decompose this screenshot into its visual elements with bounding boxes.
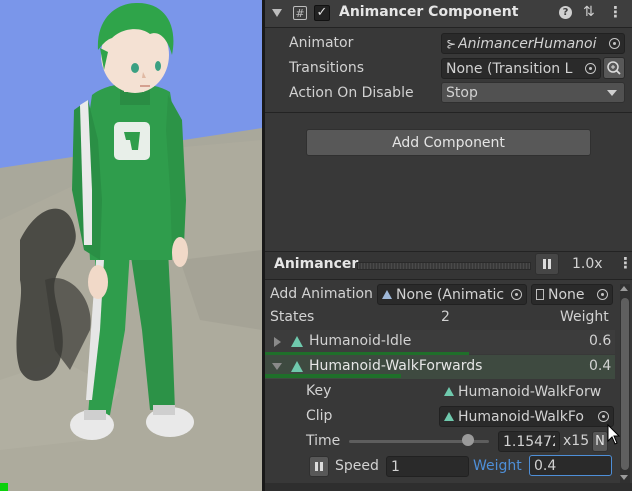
clip-field[interactable]: Humanoid-WalkFo [439,406,614,427]
scene-view[interactable] [0,0,262,491]
add-animation-field[interactable]: None (Animatic [377,284,527,305]
foldout-arrow-icon[interactable] [272,363,282,370]
scrollbar-thumb[interactable] [621,298,629,470]
state-weight: 0.6 [589,333,612,349]
animator-field[interactable]: ⊱ AnimancerHumanoi [441,33,625,54]
transitions-field[interactable]: None (Transition L [441,58,601,79]
time-slider-handle[interactable] [462,434,474,446]
time-label: Time [306,433,341,449]
document-icon [536,289,544,300]
time-mode-button[interactable]: N [592,431,608,452]
help-icon[interactable]: ? [559,6,572,19]
foldout-arrow-icon[interactable] [272,9,282,17]
state-weight-bar-walkforwards [265,374,401,378]
timeline-track[interactable] [357,262,531,270]
scroll-down-icon[interactable] [620,475,628,480]
animation-clip-icon [444,412,454,421]
animation-clip-icon [444,387,454,396]
states-count: 2 [441,309,450,325]
kebab-menu-icon[interactable]: ⋮ [618,254,632,272]
clip-label: Clip [306,408,333,424]
pause-button[interactable] [309,456,329,477]
action-on-disable-label: Action On Disable [289,85,414,101]
search-icon[interactable] [603,57,625,79]
weight-header: Weight [560,309,609,325]
pause-button[interactable] [535,253,559,275]
dropdown-arrow-icon [607,89,617,96]
animancer-panel-title: Animancer [274,256,359,272]
kebab-menu-icon[interactable]: ⋮ [608,3,623,21]
object-picker-icon[interactable] [597,289,608,300]
action-on-disable-dropdown[interactable]: Stop [441,82,625,103]
animation-clip-icon [291,361,303,372]
animation-clip-icon [382,290,392,299]
animator-label: Animator [289,35,354,51]
state-weight: 0.4 [589,358,612,374]
cursor-icon [607,424,621,445]
states-label: States [270,309,315,325]
object-picker-icon[interactable] [511,289,522,300]
foldout-arrow-icon[interactable] [274,337,281,347]
add-animation-label: Add Animation [270,286,373,302]
key-label: Key [306,383,332,399]
playback-speed-label[interactable]: 1.0x [572,256,603,272]
animator-icon: ⊱ [446,36,457,51]
transitions-label: Transitions [289,60,364,76]
footer-strip [265,483,632,491]
inspector-panel: # ✓ Animancer Component ? ⇅ ⋮ Animator ⊱… [265,0,632,491]
time-frames-suffix: x15 [563,433,590,449]
checkbox-icon[interactable]: ✓ [314,5,330,21]
object-picker-icon[interactable] [609,38,620,49]
weight-field[interactable]: 0.4 [529,455,612,476]
script-icon: # [293,6,307,20]
animation-clip-icon [291,336,303,347]
scroll-up-icon[interactable] [620,286,628,291]
state-name: Humanoid-Idle [309,333,412,349]
object-picker-icon[interactable] [598,411,609,422]
pause-icon [543,259,546,269]
pause-icon [315,462,318,471]
key-field[interactable]: Humanoid-WalkForw [439,381,614,402]
add-animation-field-2[interactable]: None [531,284,613,305]
speed-label: Speed [335,458,379,474]
preset-icon[interactable]: ⇅ [583,4,595,20]
time-field[interactable]: 1.15472 [498,431,560,452]
character-scene-image [0,0,262,491]
add-component-button[interactable]: Add Component [306,129,591,156]
component-title: Animancer Component [339,4,519,20]
state-name: Humanoid-WalkForwards [309,358,483,374]
speed-field[interactable]: 1 [386,456,469,477]
object-picker-icon[interactable] [585,63,596,74]
weight-label: Weight [473,458,522,474]
